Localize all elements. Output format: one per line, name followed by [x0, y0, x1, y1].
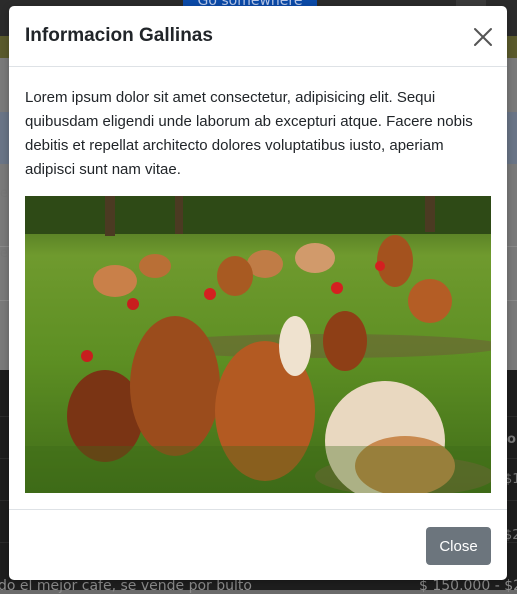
modal-body: Lorem ipsum dolor sit amet consectetur, …	[25, 86, 491, 182]
chickens-photo	[25, 196, 491, 493]
modal-title: Informacion Gallinas	[25, 25, 213, 46]
modal-header: Informacion Gallinas	[9, 6, 507, 67]
background-row-text: do el mejor cafe, se vende por bulto	[0, 578, 252, 594]
info-modal: Informacion Gallinas Lorem ipsum dolor s…	[9, 6, 507, 580]
background-row-price: $ 150.000 - $2	[419, 578, 517, 594]
close-button[interactable]: Close	[426, 527, 491, 565]
background-fragment: o	[507, 432, 516, 447]
background-fragment: e	[0, 186, 8, 201]
background-fragment: e	[0, 246, 8, 261]
close-icon[interactable]	[472, 26, 494, 48]
modal-body-text: Lorem ipsum dolor sit amet consectetur, …	[25, 89, 473, 178]
modal-footer: Close	[9, 509, 507, 580]
